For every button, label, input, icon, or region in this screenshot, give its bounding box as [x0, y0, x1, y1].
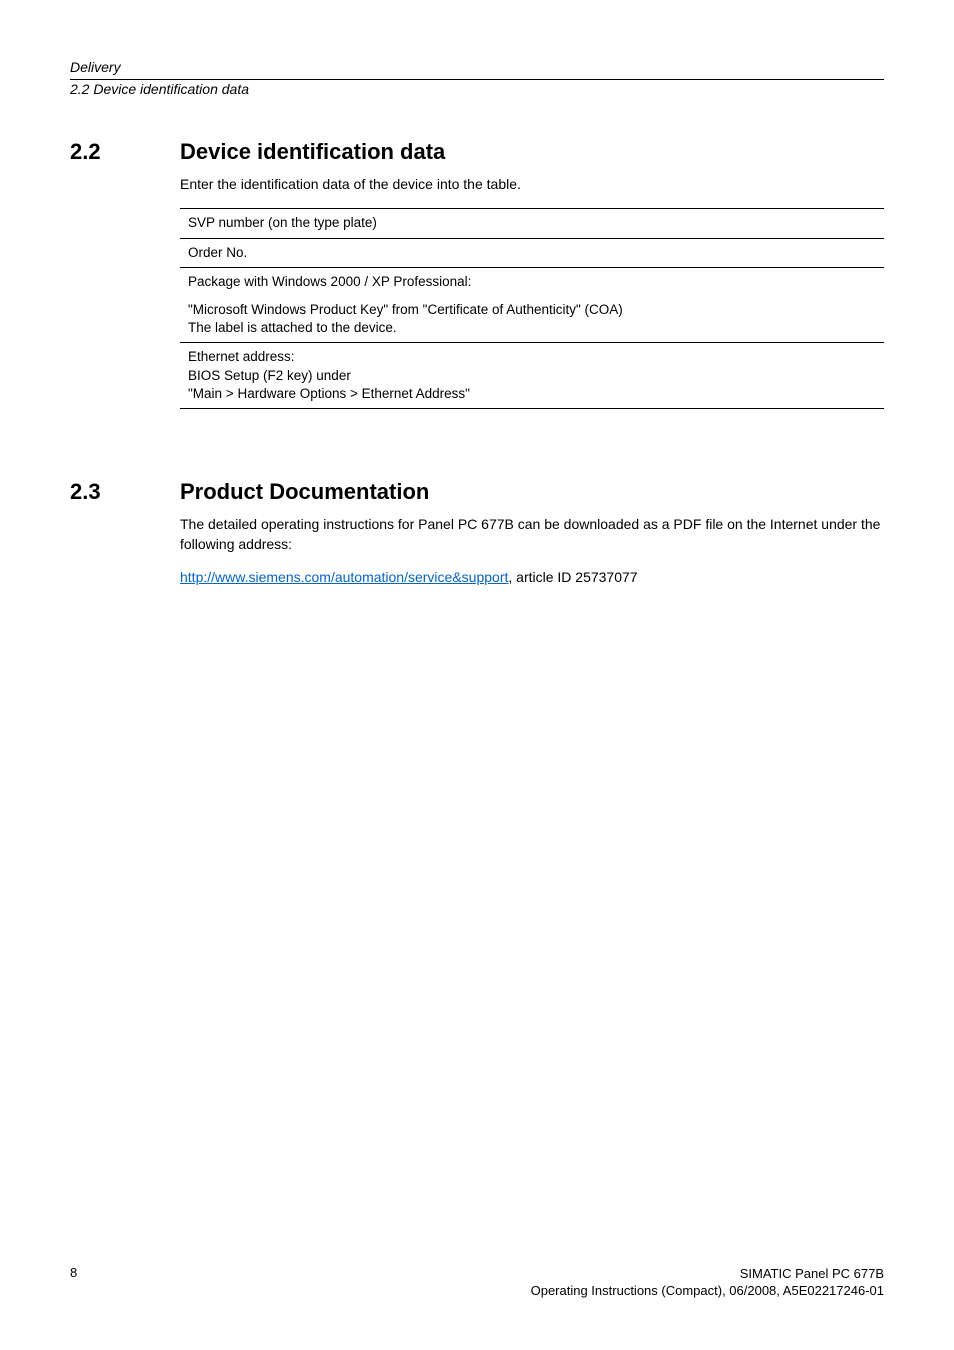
section-number: 2.3	[70, 479, 180, 602]
section-intro: Enter the identification data of the dev…	[180, 175, 884, 195]
link-suffix: , article ID 25737077	[508, 569, 637, 585]
page-number: 8	[70, 1265, 77, 1300]
section-2-3: 2.3 Product Documentation The detailed o…	[70, 479, 884, 602]
table-cell: Package with Windows 2000 / XP Professio…	[180, 267, 884, 296]
table-row: Order No.	[180, 238, 884, 267]
identification-table: SVP number (on the type plate) Order No.…	[180, 208, 884, 409]
table-row: Ethernet address:BIOS Setup (F2 key) und…	[180, 343, 884, 409]
footer-product: SIMATIC Panel PC 677B	[531, 1265, 884, 1283]
running-header-line1: Delivery	[70, 58, 884, 77]
table-cell: Ethernet address:BIOS Setup (F2 key) und…	[180, 343, 884, 409]
section-title: Device identification data	[180, 139, 884, 165]
section-2-2: 2.2 Device identification data Enter the…	[70, 139, 884, 409]
documentation-link[interactable]: http://www.siemens.com/automation/servic…	[180, 569, 508, 585]
running-header-line2: 2.2 Device identification data	[70, 80, 884, 99]
footer-docinfo: Operating Instructions (Compact), 06/200…	[531, 1282, 884, 1300]
table-row: SVP number (on the type plate)	[180, 209, 884, 238]
table-cell: SVP number (on the type plate)	[180, 209, 884, 238]
running-header: Delivery 2.2 Device identification data	[70, 58, 884, 99]
section-title: Product Documentation	[180, 479, 884, 505]
page-footer: 8 SIMATIC Panel PC 677B Operating Instru…	[70, 1265, 884, 1300]
section-paragraph-link: http://www.siemens.com/automation/servic…	[180, 568, 884, 588]
table-row: "Microsoft Windows Product Key" from "Ce…	[180, 296, 884, 343]
section-paragraph: The detailed operating instructions for …	[180, 515, 884, 554]
table-cell: Order No.	[180, 238, 884, 267]
table-cell: "Microsoft Windows Product Key" from "Ce…	[180, 296, 884, 343]
section-number: 2.2	[70, 139, 180, 409]
footer-right: SIMATIC Panel PC 677B Operating Instruct…	[531, 1265, 884, 1300]
table-row: Package with Windows 2000 / XP Professio…	[180, 267, 884, 296]
